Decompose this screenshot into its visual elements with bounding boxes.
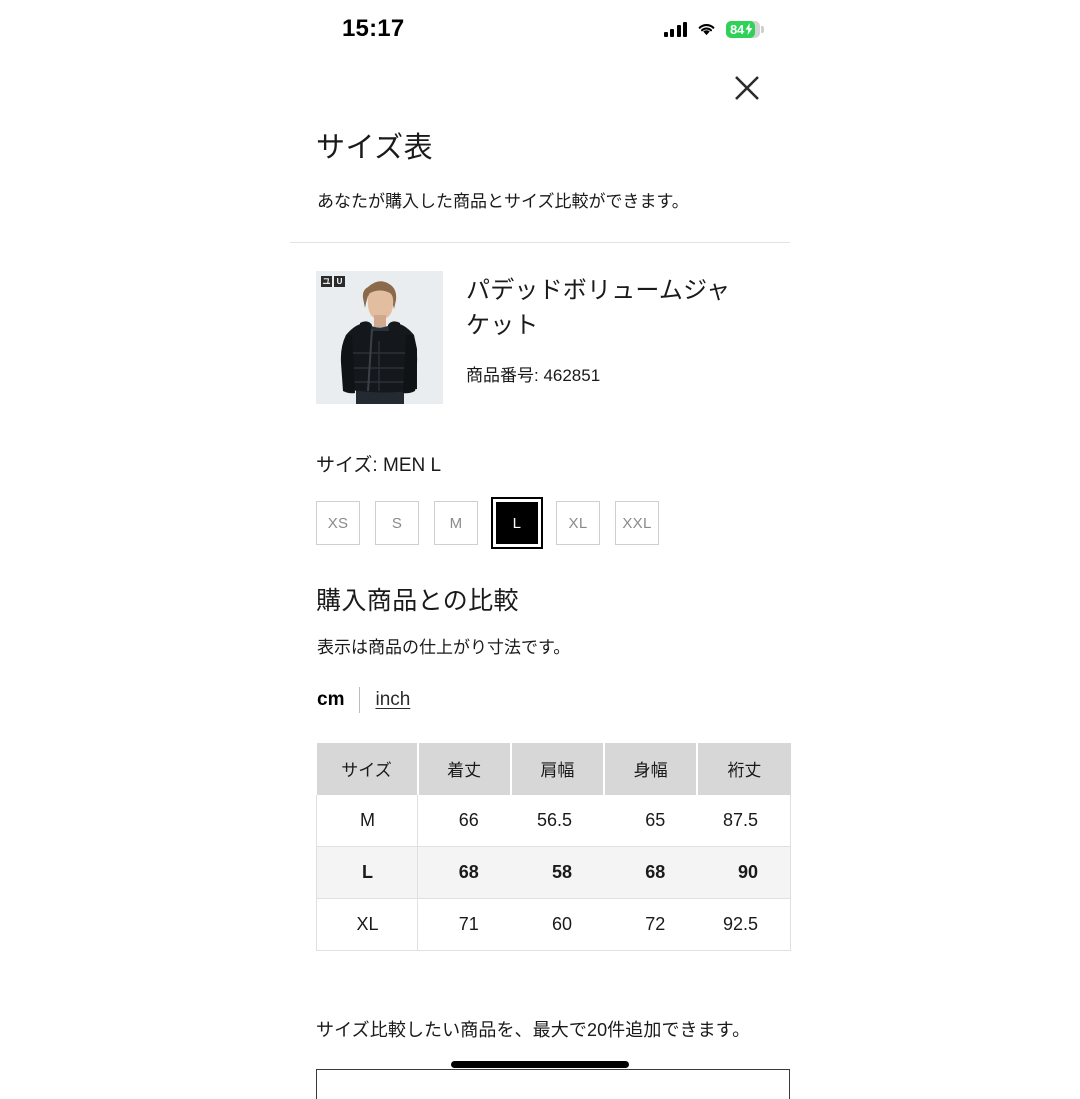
cell-chest: 68 <box>604 846 698 900</box>
size-option-xxl[interactable]: XXL <box>615 501 659 546</box>
cell-chest: 65 <box>604 794 698 848</box>
add-product-note: サイズ比較したい商品を、最大で20件追加できます。 <box>316 1020 751 1041</box>
row-size-label: XL <box>316 898 418 952</box>
battery-icon: 84 <box>726 20 764 38</box>
size-option-l[interactable]: L <box>491 497 543 550</box>
cell-chest: 72 <box>604 898 698 952</box>
app-screen: 15:17 84 サイズ表 あなたが購入した商品とサイズ比較ができます。 ユ U… <box>0 0 1080 1099</box>
comparison-title: 購入商品との比較 <box>316 587 519 616</box>
status-time: 15:17 <box>342 15 405 42</box>
cell-length: 66 <box>417 794 511 848</box>
page-title: サイズ表 <box>316 132 434 164</box>
column-header-length: 着丈 <box>417 742 512 795</box>
size-selected-label: サイズ: MEN L <box>316 455 442 477</box>
size-table: サイズ 着丈 肩幅 身幅 裄丈 M 66 56.5 65 87.5 L 68 5… <box>316 742 792 952</box>
cell-sleeve: 90 <box>697 846 792 900</box>
size-option-xl[interactable]: XL <box>556 501 600 546</box>
status-bar: 15:17 84 <box>290 0 790 58</box>
table-row: L 68 58 68 90 <box>316 846 792 900</box>
cell-sleeve: 92.5 <box>697 898 792 952</box>
cell-shoulder: 58 <box>510 846 604 900</box>
row-size-label: M <box>316 794 418 848</box>
size-option-xs[interactable]: XS <box>316 501 360 546</box>
column-header-shoulder: 肩幅 <box>510 742 606 795</box>
size-table-body: M 66 56.5 65 87.5 L 68 58 68 90 XL 71 60… <box>316 794 792 952</box>
size-table-head: サイズ 着丈 肩幅 身幅 裄丈 <box>316 742 791 795</box>
brand-logo-icon: ユU <box>321 276 345 288</box>
charging-bolt-icon <box>745 23 753 35</box>
add-product-button[interactable] <box>316 1068 790 1099</box>
row-size-label: L <box>316 846 418 900</box>
table-header-row: サイズ 着丈 肩幅 身幅 裄丈 <box>316 742 791 795</box>
page-subtitle: あなたが購入した商品とサイズ比較ができます。 <box>317 191 689 211</box>
battery-percent-label: 84 <box>730 21 745 37</box>
cell-shoulder: 56.5 <box>510 794 604 848</box>
size-option-list: XS S M L XL XXL <box>316 497 790 550</box>
unit-toggle: cm inch <box>317 686 790 713</box>
unit-option-inch[interactable]: inch <box>375 690 410 709</box>
wifi-icon <box>698 23 715 36</box>
cell-length: 71 <box>417 898 511 952</box>
table-row: M 66 56.5 65 87.5 <box>316 794 792 848</box>
signal-icon <box>663 21 687 37</box>
unit-divider <box>359 686 361 713</box>
table-row: XL 71 60 72 92.5 <box>316 898 792 952</box>
product-name: パデッドボリュームジャケット <box>466 277 731 339</box>
cell-shoulder: 60 <box>510 898 604 952</box>
unit-option-cm[interactable]: cm <box>317 690 344 709</box>
product-code: 商品番号: 462851 <box>466 365 601 385</box>
status-indicators: 84 <box>663 20 764 38</box>
size-option-s[interactable]: S <box>375 501 419 546</box>
home-indicator[interactable] <box>451 1061 629 1068</box>
product-summary: ユU パデッドボリュームジャケット 商品番号: 462851 <box>316 271 790 405</box>
cell-sleeve: 87.5 <box>697 794 792 848</box>
comparison-subtitle: 表示は商品の仕上がり寸法です。 <box>317 637 571 657</box>
modal-content: サイズ表 あなたが購入した商品とサイズ比較ができます。 ユ U パデッドボリュー… <box>290 130 792 1099</box>
section-divider <box>290 242 790 244</box>
column-header-size: サイズ <box>316 742 419 795</box>
product-details: パデッドボリュームジャケット 商品番号: 462851 <box>466 271 754 404</box>
column-header-chest: 身幅 <box>604 742 699 795</box>
column-header-sleeve: 裄丈 <box>697 742 791 795</box>
close-icon[interactable] <box>727 68 767 108</box>
size-table-wrapper: サイズ 着丈 肩幅 身幅 裄丈 M 66 56.5 65 87.5 L 68 5… <box>316 742 792 952</box>
size-option-m[interactable]: M <box>434 501 478 546</box>
product-thumbnail[interactable]: ユU <box>316 271 443 405</box>
cell-length: 68 <box>417 846 511 900</box>
